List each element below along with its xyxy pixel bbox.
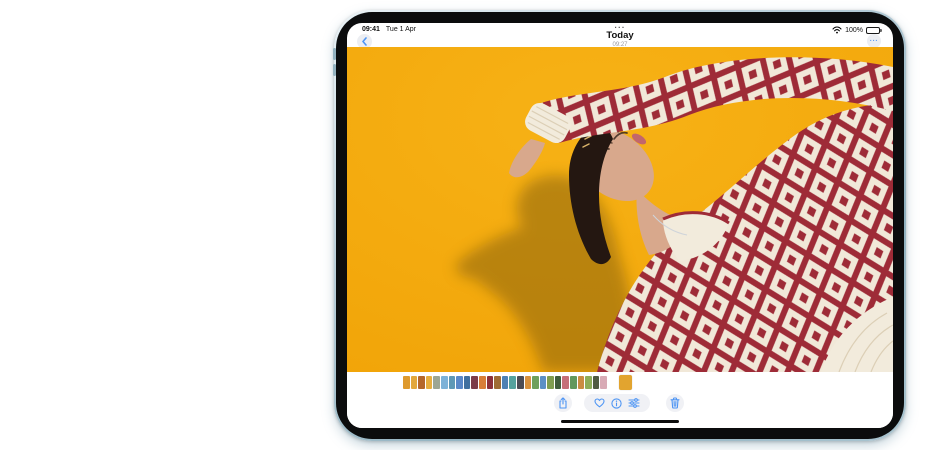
thumbnail[interactable] [593, 376, 600, 389]
thumbnail[interactable] [585, 376, 592, 389]
bottom-bar [347, 372, 893, 428]
thumbnail[interactable] [479, 376, 486, 389]
thumbnail-strip[interactable] [403, 376, 607, 389]
thumbnail[interactable] [578, 376, 585, 389]
thumbnail[interactable] [464, 376, 471, 389]
thumbnail[interactable] [449, 376, 456, 389]
info-button[interactable] [611, 398, 622, 409]
thumbnail[interactable] [456, 376, 463, 389]
thumbnail-selected[interactable] [619, 375, 632, 390]
thumbnail[interactable] [570, 376, 577, 389]
thumbnail[interactable] [502, 376, 509, 389]
thumbnail[interactable] [532, 376, 539, 389]
thumbnail[interactable] [525, 376, 532, 389]
home-indicator[interactable] [561, 420, 679, 424]
photo-illustration [347, 47, 893, 372]
thumbnail[interactable] [540, 376, 547, 389]
thumbnail[interactable] [547, 376, 554, 389]
thumbnail[interactable] [403, 376, 410, 389]
thumbnail[interactable] [555, 376, 562, 389]
thumbnail[interactable] [441, 376, 448, 389]
photos-app-screen: 09:41 Tue 1 Apr ··· 100% [347, 23, 893, 428]
ellipsis-icon: ··· [870, 38, 879, 45]
ipad-device: 09:41 Tue 1 Apr ··· 100% [334, 10, 906, 441]
page-title: Today [347, 31, 893, 42]
thumbnail[interactable] [411, 376, 418, 389]
thumbnail[interactable] [426, 376, 433, 389]
photo-viewer[interactable] [347, 47, 893, 372]
thumbnail[interactable] [517, 376, 524, 389]
share-button[interactable] [554, 394, 572, 412]
thumbnail[interactable] [562, 376, 569, 389]
thumbnail[interactable] [487, 376, 494, 389]
favorite-button[interactable] [594, 398, 605, 408]
thumbnail[interactable] [418, 376, 425, 389]
thumbnail[interactable] [509, 376, 516, 389]
adjust-button[interactable] [628, 398, 640, 408]
photo-actions-group [584, 394, 650, 412]
thumbnail[interactable] [433, 376, 440, 389]
trash-icon [670, 397, 680, 409]
thumbnail[interactable] [600, 376, 607, 389]
delete-button[interactable] [666, 394, 684, 412]
thumbnail[interactable] [471, 376, 478, 389]
more-options-button[interactable]: ··· [867, 34, 881, 48]
photo-toolbar [347, 393, 893, 413]
share-icon [558, 397, 568, 409]
thumbnail[interactable] [494, 376, 501, 389]
